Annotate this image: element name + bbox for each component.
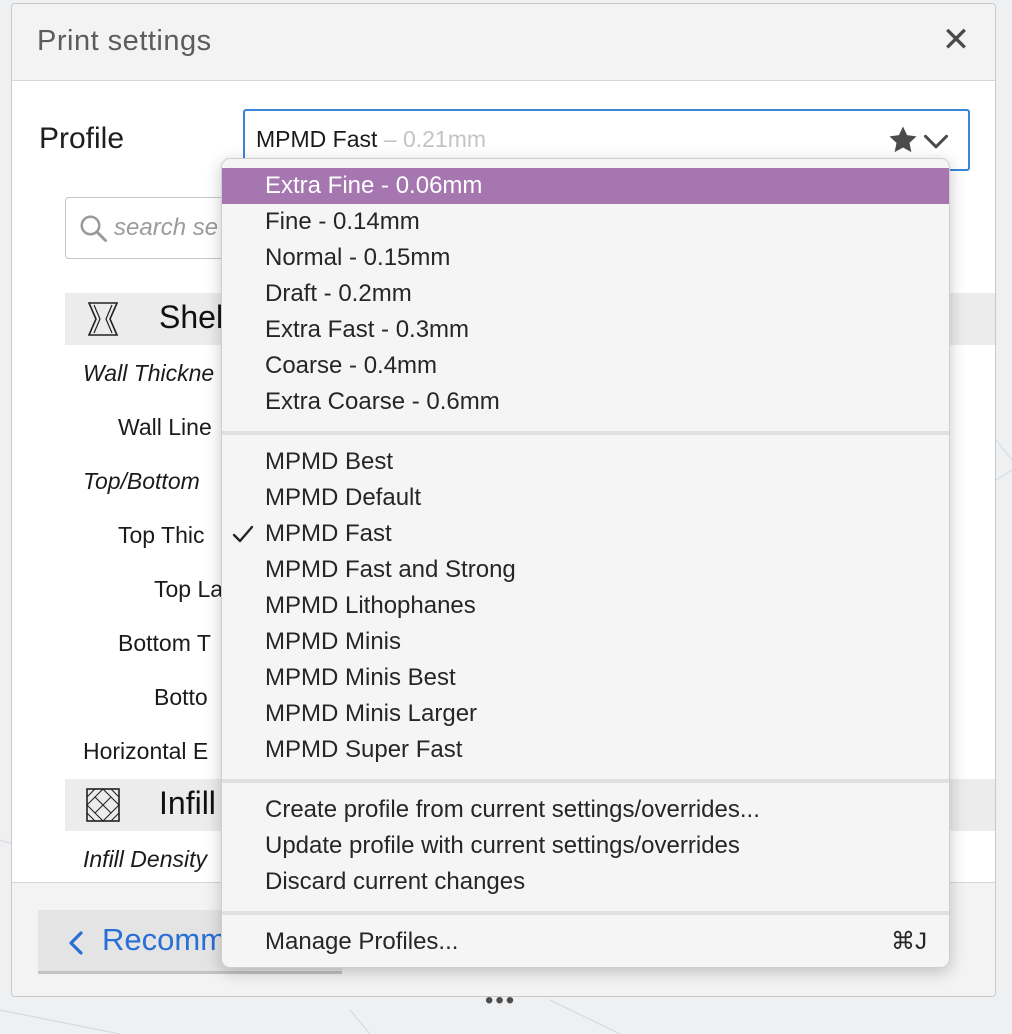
setting-top-bottom-thickness[interactable]: Top/Bottom	[83, 468, 200, 495]
menu-item-label: MPMD Minis	[265, 628, 401, 655]
menu-item-label: MPMD Lithophanes	[265, 592, 476, 619]
menu-item-label: Fine - 0.14mm	[265, 208, 420, 235]
checkmark-icon	[232, 525, 254, 543]
menu-separator	[222, 911, 949, 915]
menu-item-draft[interactable]: Draft - 0.2mm	[222, 276, 949, 312]
menu-item-label: MPMD Minis Best	[265, 664, 456, 691]
menu-item-label: MPMD Super Fast	[265, 736, 463, 763]
menu-item-mpmd-minis[interactable]: MPMD Minis	[222, 624, 949, 660]
setting-horizontal-expansion[interactable]: Horizontal E	[83, 738, 208, 765]
setting-top-layers[interactable]: Top La	[154, 576, 223, 603]
setting-top-thickness[interactable]: Top Thic	[118, 522, 205, 549]
chevron-down-icon[interactable]	[922, 127, 950, 155]
menu-item-label: Update profile with current settings/ove…	[265, 832, 740, 859]
menu-item-label: MPMD Minis Larger	[265, 700, 478, 727]
menu-item-normal[interactable]: Normal - 0.15mm	[222, 240, 949, 276]
infill-icon	[86, 788, 120, 822]
menu-item-mpmd-minis-larger[interactable]: MPMD Minis Larger	[222, 696, 949, 732]
shell-icon	[87, 302, 119, 336]
menu-item-coarse[interactable]: Coarse - 0.4mm	[222, 348, 949, 384]
section-label-shell: Shell	[159, 299, 231, 335]
menu-item-label: Draft - 0.2mm	[265, 280, 412, 307]
menu-item-manage-profiles[interactable]: Manage Profiles... ⌘J	[222, 924, 949, 960]
menu-item-update-profile[interactable]: Update profile with current settings/ove…	[222, 828, 949, 864]
menu-separator	[222, 779, 949, 783]
profile-label: Profile	[39, 122, 125, 155]
close-button[interactable]: ✕	[939, 22, 973, 58]
search-icon	[80, 215, 107, 242]
menu-item-label: MPMD Fast	[265, 520, 392, 547]
setting-wall-line-count[interactable]: Wall Line	[118, 414, 212, 441]
profile-selected-value: MPMD Fast – 0.21mm	[256, 126, 486, 153]
menu-item-label: Extra Coarse - 0.6mm	[265, 388, 500, 415]
search-placeholder: search se	[114, 214, 219, 241]
menu-item-label: Extra Fine - 0.06mm	[265, 172, 483, 199]
setting-bottom-layers[interactable]: Botto	[154, 684, 208, 711]
menu-item-label: MPMD Fast and Strong	[265, 556, 516, 583]
panel-header: Print settings ✕	[12, 4, 995, 81]
menu-item-mpmd-fast[interactable]: MPMD Fast	[222, 516, 949, 552]
setting-bottom-thickness[interactable]: Bottom T	[118, 630, 211, 657]
setting-wall-thickness[interactable]: Wall Thickne	[83, 360, 214, 387]
menu-item-label: MPMD Default	[265, 484, 422, 511]
menu-item-mpmd-default[interactable]: MPMD Default	[222, 480, 949, 516]
profile-layer-height: – 0.21mm	[377, 126, 487, 152]
menu-item-label: Discard current changes	[265, 868, 526, 895]
menu-item-mpmd-fast-and-strong[interactable]: MPMD Fast and Strong	[222, 552, 949, 588]
menu-item-mpmd-super-fast[interactable]: MPMD Super Fast	[222, 732, 949, 768]
menu-item-label: MPMD Best	[265, 448, 394, 475]
menu-item-extra-fast[interactable]: Extra Fast - 0.3mm	[222, 312, 949, 348]
profile-name: MPMD Fast	[256, 126, 378, 152]
menu-item-label: Coarse - 0.4mm	[265, 352, 438, 379]
chevron-left-icon	[69, 931, 83, 955]
panel-title: Print settings	[37, 25, 212, 57]
menu-item-discard-changes[interactable]: Discard current changes	[222, 864, 949, 900]
menu-item-extra-coarse[interactable]: Extra Coarse - 0.6mm	[222, 384, 949, 420]
menu-item-label: Manage Profiles...	[265, 928, 459, 955]
menu-item-mpmd-lithophanes[interactable]: MPMD Lithophanes	[222, 588, 949, 624]
menu-item-label: Extra Fast - 0.3mm	[265, 316, 470, 343]
section-label-infill: Infill	[159, 785, 216, 821]
recommended-label: Recomm	[102, 922, 227, 957]
menu-item-label: Normal - 0.15mm	[265, 244, 451, 271]
profile-dropdown-menu: Extra Fine - 0.06mm Fine - 0.14mm Normal…	[221, 158, 950, 968]
setting-infill-density[interactable]: Infill Density	[83, 846, 207, 873]
menu-item-mpmd-minis-best[interactable]: MPMD Minis Best	[222, 660, 949, 696]
menu-item-label: Create profile from current settings/ove…	[265, 796, 760, 823]
menu-item-fine[interactable]: Fine - 0.14mm	[222, 204, 949, 240]
menu-item-shortcut: ⌘J	[891, 928, 927, 955]
menu-item-mpmd-best[interactable]: MPMD Best	[222, 444, 949, 480]
star-icon[interactable]	[886, 123, 920, 157]
menu-separator	[222, 431, 949, 435]
menu-item-create-profile[interactable]: Create profile from current settings/ove…	[222, 792, 949, 828]
menu-item-extra-fine[interactable]: Extra Fine - 0.06mm	[222, 168, 949, 204]
resize-handle[interactable]: •••	[485, 989, 516, 1013]
